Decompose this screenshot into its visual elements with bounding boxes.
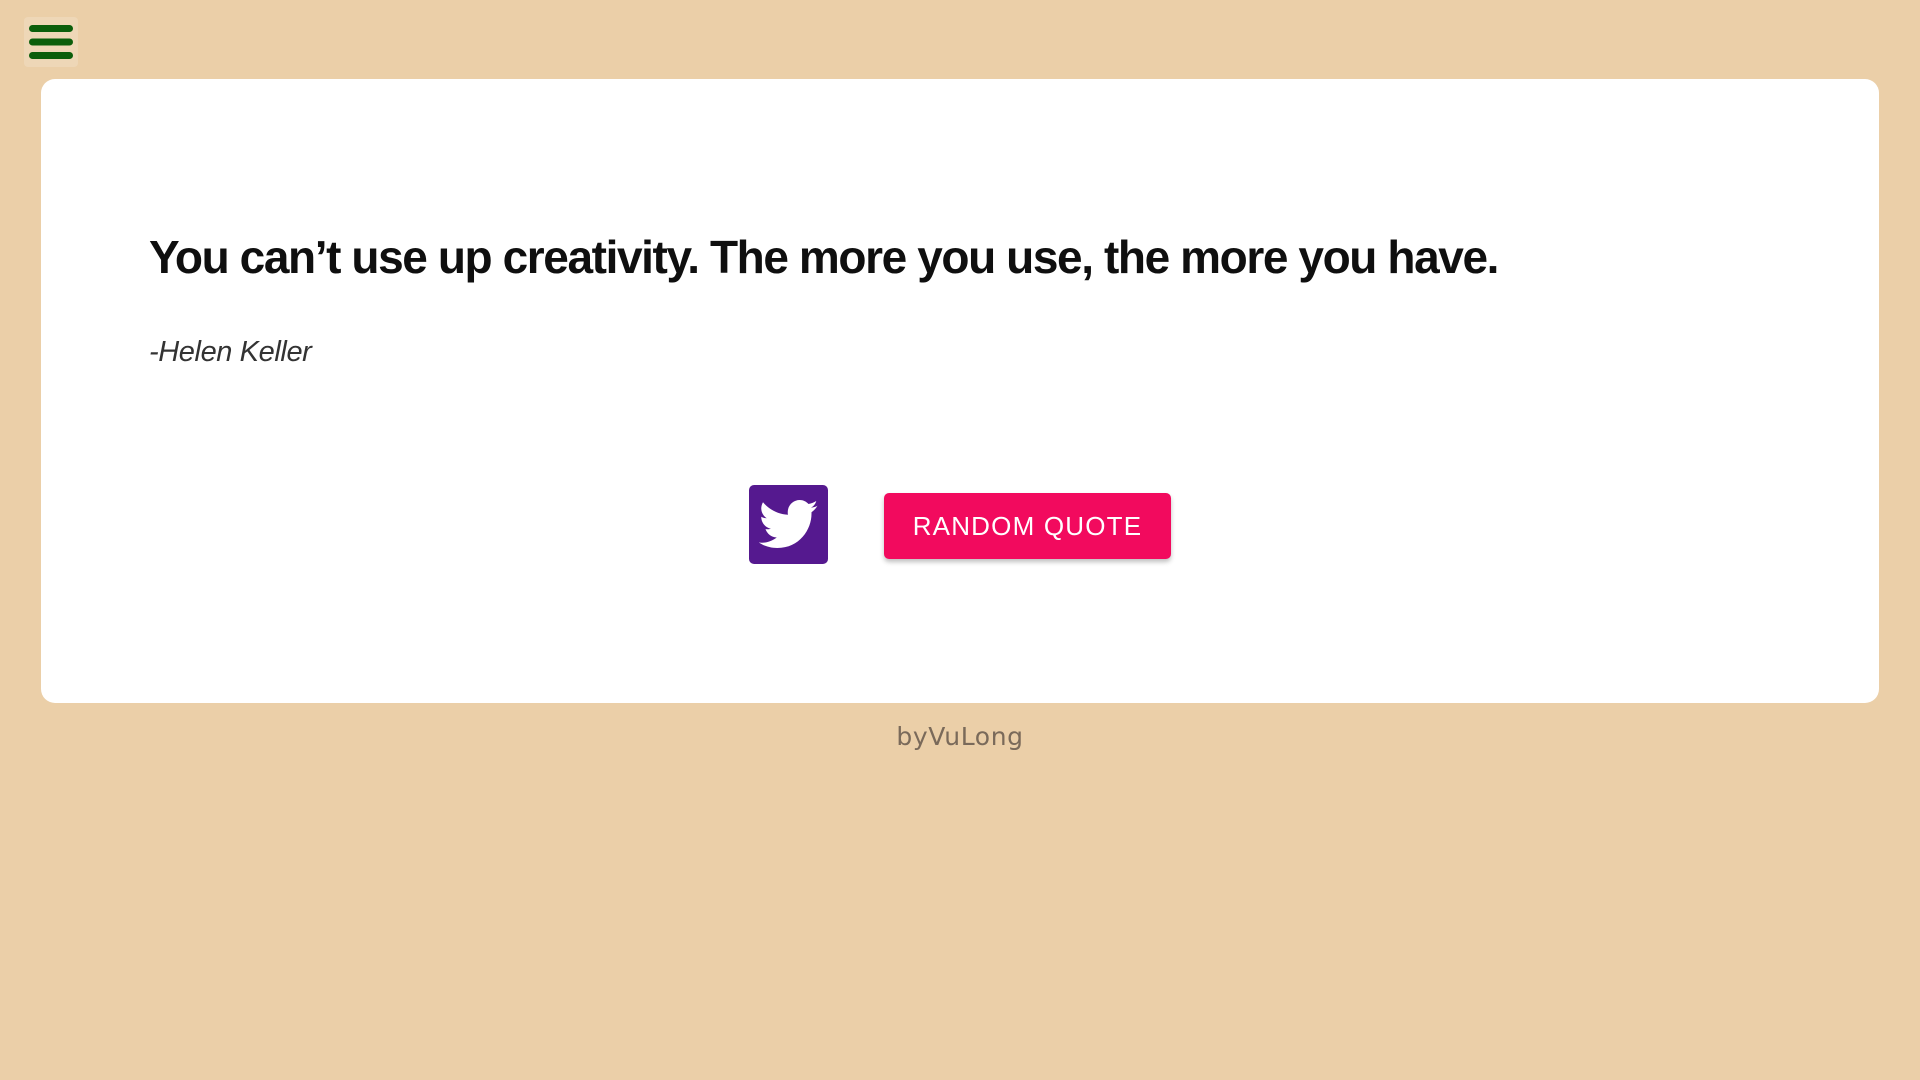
quote-author: -Helen Keller xyxy=(149,336,312,368)
footer-credit: byVuLong xyxy=(896,722,1024,751)
menu-button[interactable] xyxy=(24,17,78,67)
page: You can’t use up creativity. The more yo… xyxy=(0,0,1920,1080)
quote-text: You can’t use up creativity. The more yo… xyxy=(149,231,1499,283)
quote-card: You can’t use up creativity. The more yo… xyxy=(41,79,1879,703)
hamburger-menu-icon xyxy=(29,25,73,59)
twitter-icon xyxy=(758,499,818,548)
random-quote-button[interactable]: RANDOM QUOTE xyxy=(884,493,1171,559)
tweet-button[interactable] xyxy=(749,485,828,564)
